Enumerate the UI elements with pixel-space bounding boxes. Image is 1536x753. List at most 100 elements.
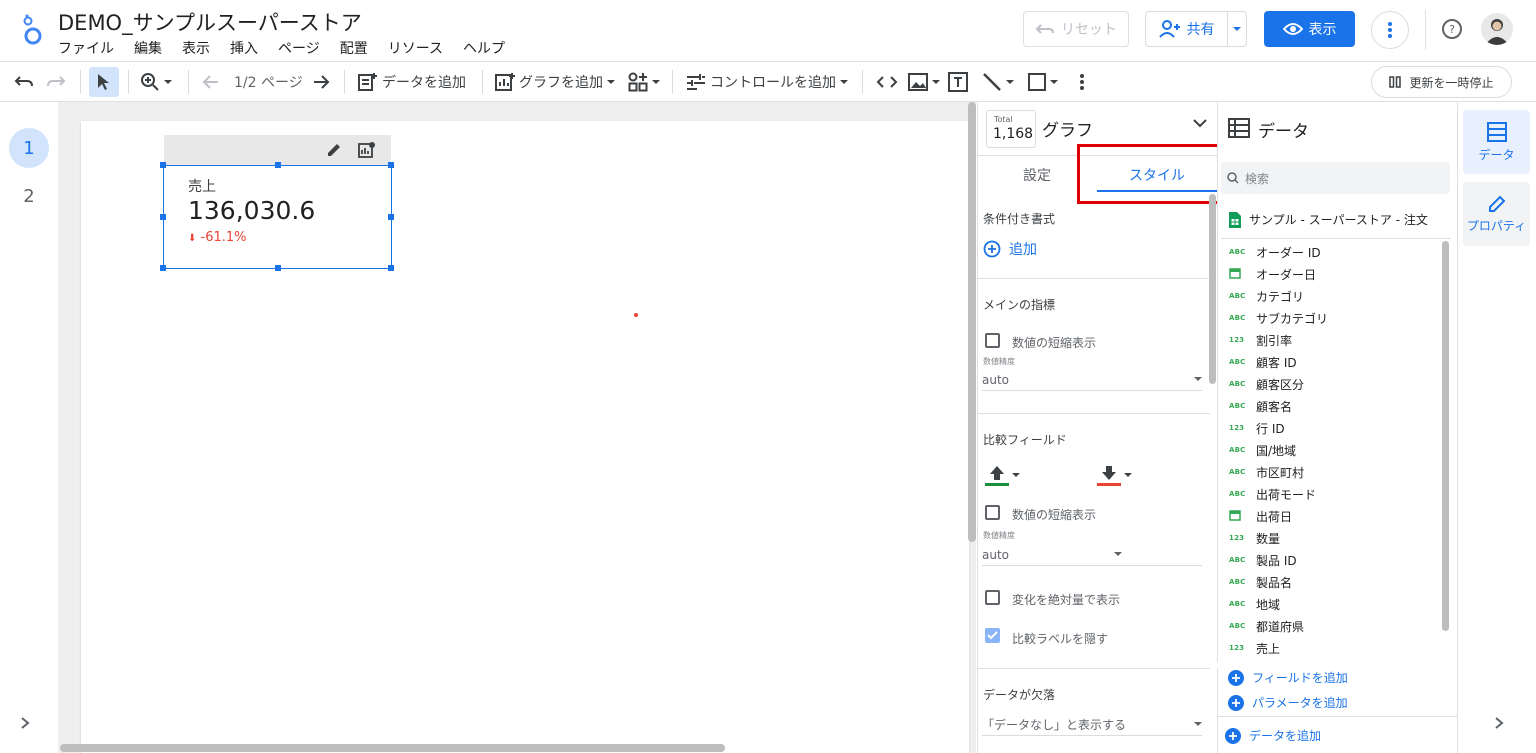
menu-edit[interactable]: 編集: [134, 38, 162, 58]
resize-handle[interactable]: [160, 162, 166, 168]
pause-refresh-button[interactable]: 更新を一時停止: [1371, 66, 1512, 98]
resize-handle[interactable]: [275, 265, 281, 271]
reset-label: リセット: [1061, 22, 1117, 38]
add-data-toolbar-button[interactable]: データを追加: [358, 62, 466, 102]
precision-select[interactable]: auto: [982, 369, 1202, 391]
field-item[interactable]: 123 行 ID: [1229, 417, 1441, 439]
image-button[interactable]: [908, 62, 940, 102]
field-item[interactable]: 123 数量: [1229, 527, 1441, 549]
looker-studio-logo-icon[interactable]: [18, 12, 48, 46]
chart-type-thumbnail[interactable]: Total 1,168: [986, 110, 1036, 148]
missing-data-select[interactable]: 「データなし」と表示する: [982, 714, 1202, 736]
data-search-input[interactable]: 検索: [1221, 162, 1450, 194]
data-fields-scrollbar[interactable]: [1442, 241, 1449, 631]
data-rail-button[interactable]: データ: [1463, 110, 1530, 174]
text-type-icon: ABC: [1229, 292, 1246, 300]
expand-pages-icon[interactable]: [20, 714, 30, 735]
menu-file[interactable]: ファイル: [58, 38, 114, 58]
redo-button[interactable]: [46, 62, 66, 102]
field-item[interactable]: ABC 都道府県: [1229, 615, 1441, 637]
compact-numbers-compare-label: 数値の短縮表示: [1012, 508, 1097, 522]
share-button[interactable]: 共有: [1145, 11, 1247, 47]
add-parameter-button[interactable]: パラメータを追加: [1228, 694, 1348, 711]
field-item[interactable]: ABC 顧客区分: [1229, 373, 1441, 395]
field-item[interactable]: ABC 顧客名: [1229, 395, 1441, 417]
resize-handle[interactable]: [388, 214, 394, 220]
resize-handle[interactable]: [388, 265, 394, 271]
help-icon[interactable]: ?: [1441, 18, 1463, 40]
field-item[interactable]: ABC サブカテゴリ: [1229, 307, 1441, 329]
page-1-tab[interactable]: 1: [9, 128, 49, 168]
negative-color-picker[interactable]: [1097, 463, 1132, 487]
filter-control-icon: [687, 74, 705, 90]
menu-view[interactable]: 表示: [182, 38, 210, 58]
text-box-button[interactable]: [948, 62, 968, 102]
undo-button[interactable]: [14, 62, 34, 102]
field-item[interactable]: ABC オーダー ID: [1229, 241, 1441, 263]
more-options-button[interactable]: [1371, 11, 1409, 49]
resize-handle[interactable]: [388, 162, 394, 168]
add-field-button[interactable]: フィールドを追加: [1228, 669, 1348, 686]
chart-type-name[interactable]: グラフ: [1042, 116, 1093, 141]
field-item[interactable]: ABC 国/地域: [1229, 439, 1441, 461]
zoom-button[interactable]: [140, 62, 172, 102]
chevron-down-icon[interactable]: [1192, 118, 1208, 128]
positive-color-picker[interactable]: [985, 463, 1020, 487]
data-source[interactable]: サンプル - スーパーストア - 注文: [1229, 211, 1428, 228]
field-name: オーダー日: [1256, 267, 1317, 282]
absolute-change-checkbox[interactable]: [985, 590, 1000, 605]
properties-scrollbar[interactable]: [1209, 194, 1216, 384]
embed-url-button[interactable]: [876, 62, 898, 102]
field-item[interactable]: ABC 製品名: [1229, 571, 1441, 593]
prev-page-button[interactable]: [202, 62, 220, 102]
resize-handle[interactable]: [160, 214, 166, 220]
page-2-tab[interactable]: 2: [9, 176, 49, 216]
hide-compare-label-checkbox[interactable]: [985, 628, 1000, 643]
pause-refresh-label: 更新を一時停止: [1409, 75, 1494, 90]
add-conditional-format-button[interactable]: 追加: [983, 239, 1037, 259]
menu-page[interactable]: ページ: [278, 38, 320, 58]
rectangle-icon: [1028, 73, 1046, 91]
add-component-button[interactable]: [628, 62, 660, 102]
more-tools-button[interactable]: [1080, 62, 1084, 102]
share-dropdown-icon[interactable]: [1228, 26, 1246, 32]
menu-insert[interactable]: 挿入: [230, 38, 258, 58]
compact-numbers-checkbox[interactable]: [985, 333, 1000, 348]
field-item[interactable]: 123 割引率: [1229, 329, 1441, 351]
field-name: 数量: [1256, 531, 1281, 546]
menu-arrange[interactable]: 配置: [340, 38, 368, 58]
precision-select-2[interactable]: auto: [982, 544, 1202, 566]
field-item[interactable]: ABC 顧客 ID: [1229, 351, 1441, 373]
text-type-icon: ABC: [1229, 358, 1246, 366]
field-item[interactable]: オーダー日: [1229, 263, 1441, 285]
user-avatar[interactable]: [1481, 13, 1513, 45]
add-data-panel-button[interactable]: データを追加: [1225, 727, 1321, 744]
field-item[interactable]: ABC カテゴリ: [1229, 285, 1441, 307]
reset-button[interactable]: リセット: [1023, 11, 1129, 47]
edit-pencil-icon[interactable]: [326, 142, 342, 158]
menu-resource[interactable]: リソース: [388, 38, 443, 58]
field-item[interactable]: ABC 市区町村: [1229, 461, 1441, 483]
field-item[interactable]: ABC 地域: [1229, 593, 1441, 615]
add-control-button[interactable]: コントロールを追加: [686, 62, 848, 102]
report-title[interactable]: DEMO_サンプルスーパーストア: [58, 7, 362, 37]
field-item[interactable]: ABC 製品 ID: [1229, 549, 1441, 571]
field-item[interactable]: 123 売上: [1229, 637, 1441, 659]
add-chart-button[interactable]: グラフを追加: [495, 62, 615, 102]
line-button[interactable]: [982, 62, 1014, 102]
collapse-panel-icon[interactable]: [1494, 714, 1504, 735]
compact-numbers-compare-checkbox[interactable]: [985, 505, 1000, 520]
canvas-horizontal-scrollbar[interactable]: [60, 744, 725, 752]
field-item[interactable]: ABC 出荷モード: [1229, 483, 1441, 505]
field-item[interactable]: 出荷日: [1229, 505, 1441, 527]
properties-rail-button[interactable]: プロパティ: [1463, 182, 1530, 246]
canvas-vertical-scrollbar[interactable]: [968, 102, 976, 542]
menu-help[interactable]: ヘルプ: [463, 38, 505, 58]
chart-settings-icon[interactable]: [358, 141, 376, 159]
next-page-button[interactable]: [312, 62, 330, 102]
view-button[interactable]: 表示: [1264, 11, 1355, 47]
resize-handle[interactable]: [160, 265, 166, 271]
select-tool-button[interactable]: [96, 62, 110, 102]
shape-button[interactable]: [1028, 62, 1058, 102]
resize-handle[interactable]: [275, 162, 281, 168]
